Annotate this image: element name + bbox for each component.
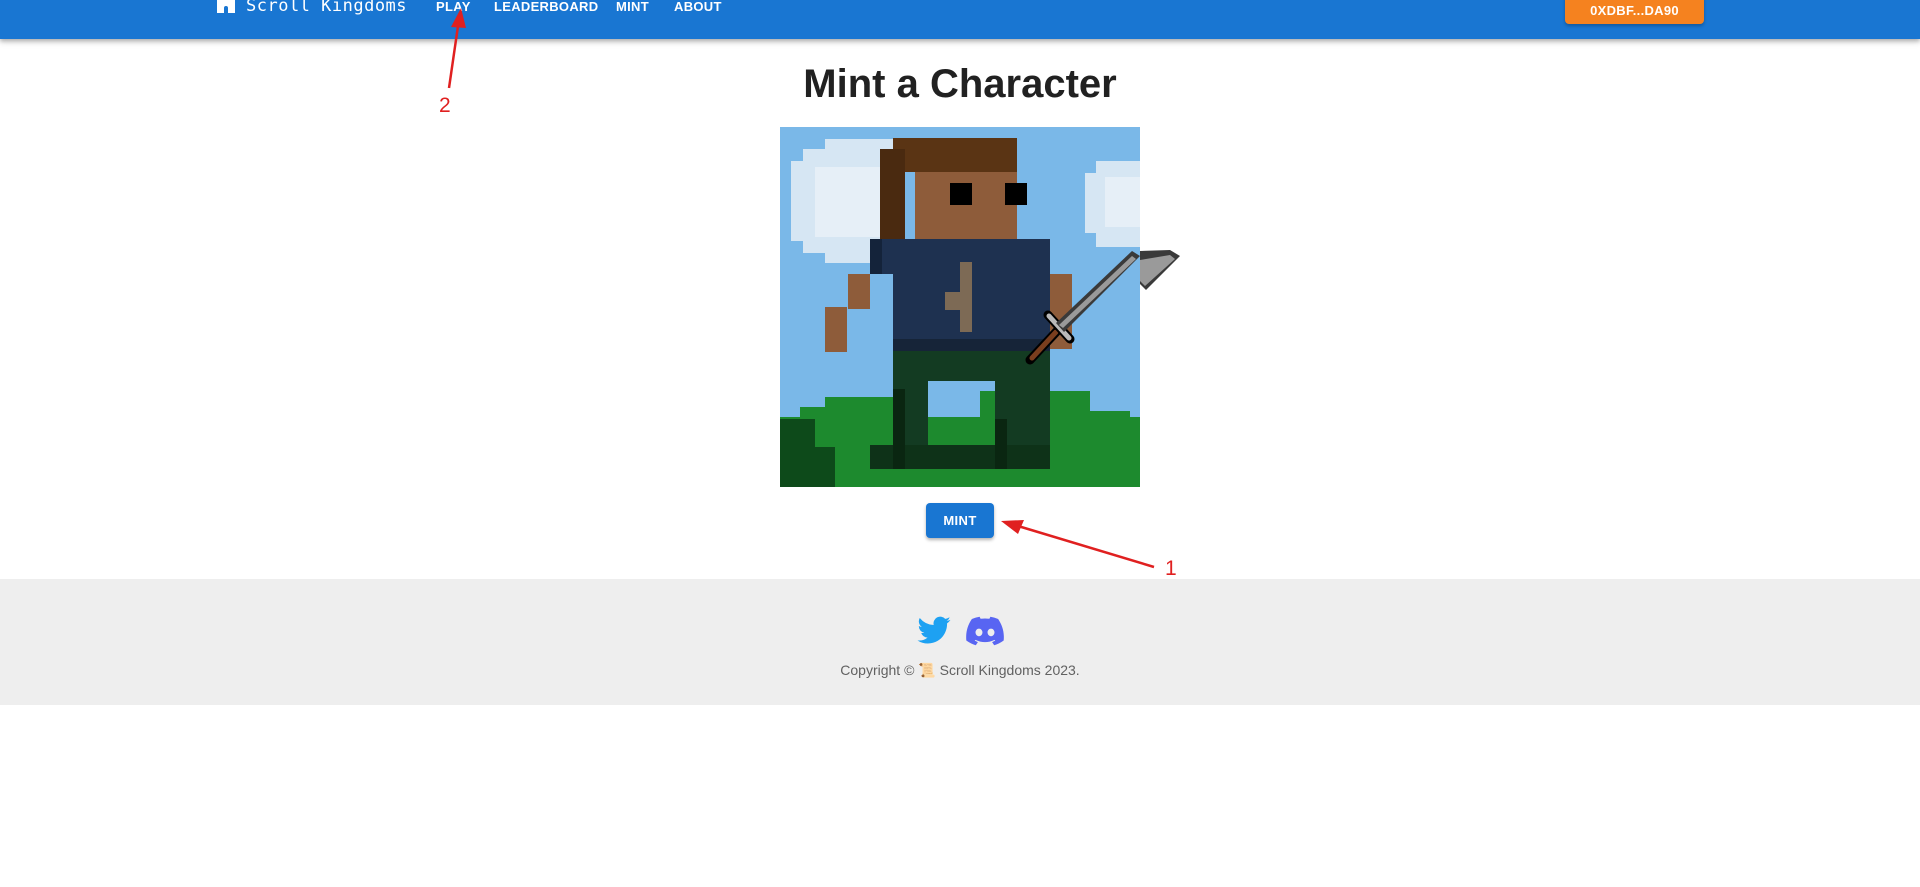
- annotation-arrow-1: [1001, 520, 1155, 569]
- nav-play[interactable]: PLAY: [436, 0, 471, 18]
- footer: Copyright © 📜 Scroll Kingdoms 2023.: [0, 579, 1920, 705]
- discord-link[interactable]: [966, 613, 1004, 649]
- copyright-text: Copyright © 📜 Scroll Kingdoms 2023.: [840, 662, 1080, 678]
- brand-name: Scroll Kingdoms: [246, 0, 408, 16]
- castle-icon: [216, 0, 238, 18]
- twitter-icon: [916, 616, 952, 653]
- brand-link[interactable]: Scroll Kingdoms: [216, 0, 407, 18]
- top-app-bar: Scroll Kingdoms PLAY LEADERBOARD MINT AB…: [0, 0, 1920, 39]
- mint-button[interactable]: MINT: [926, 503, 994, 538]
- page-title: Mint a Character: [803, 62, 1117, 106]
- nav-leaderboard[interactable]: LEADERBOARD: [494, 0, 598, 18]
- annotation-marker-1: 1: [1165, 557, 1177, 580]
- twitter-link[interactable]: [916, 613, 952, 649]
- nav-mint[interactable]: MINT: [616, 0, 649, 18]
- character-image: [780, 127, 1140, 487]
- sword-tip: [1140, 250, 1186, 300]
- wallet-address-button[interactable]: 0XDBF...DA90: [1565, 0, 1704, 24]
- annotation-marker-2: 2: [439, 94, 451, 117]
- discord-icon: [966, 616, 1004, 653]
- nav-about[interactable]: ABOUT: [674, 0, 722, 18]
